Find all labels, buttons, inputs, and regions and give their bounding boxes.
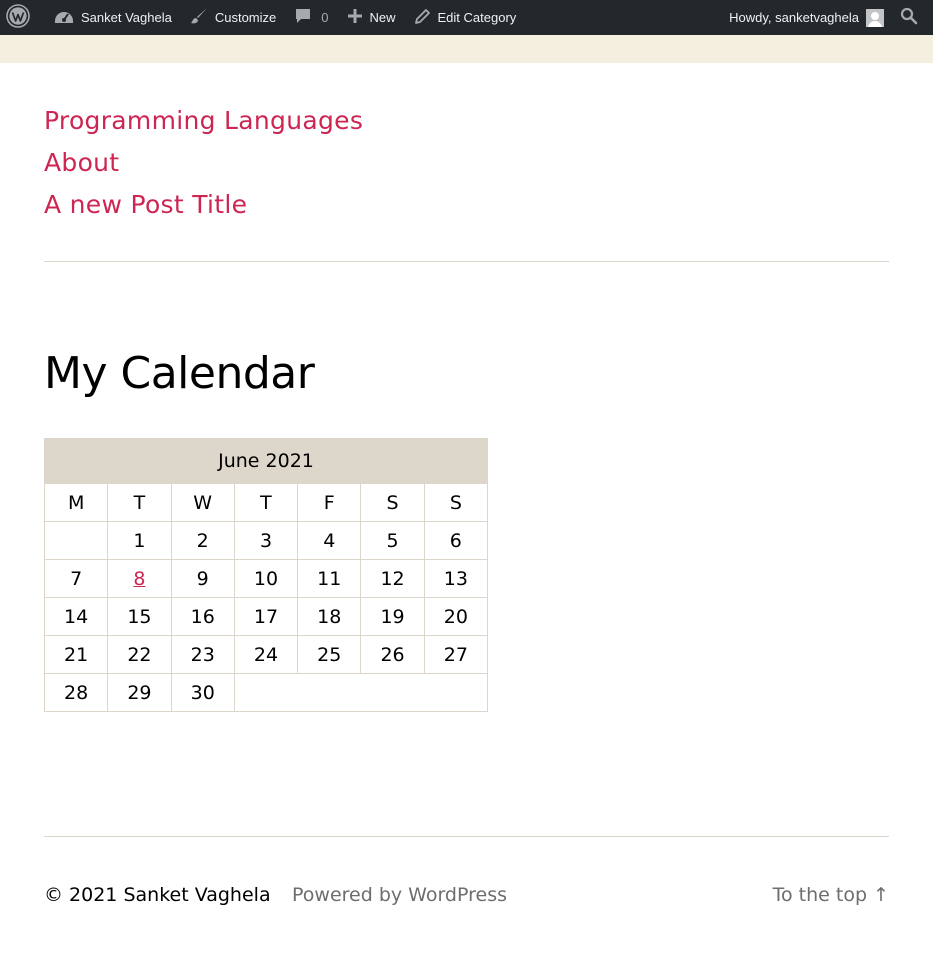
calendar-day: 4 [297,521,362,560]
pencil-icon [414,8,438,28]
notice-strip [0,35,933,63]
admin-search-button[interactable] [888,0,933,35]
edit-category-link[interactable]: Edit Category [405,0,526,35]
avatar [866,8,884,27]
wordpress-logo-icon [6,4,37,31]
comments-count: 0 [321,10,329,25]
customize-link[interactable]: Customize [181,0,285,35]
wordpress-menu[interactable] [0,0,45,35]
comments-link[interactable]: 0 [285,0,337,35]
calendar-day: 26 [360,635,425,674]
calendar-day: 27 [423,635,489,674]
calendar-day: 12 [360,559,425,598]
calendar-week-row: 21 22 23 24 25 26 27 [43,635,489,674]
weekday-header: M [43,483,109,522]
customize-label: Customize [214,10,277,25]
calendar-day: 2 [170,521,235,560]
calendar-week-row: 28 29 30 [43,673,489,712]
calendar-table: June 2021 M T W T F S S 1 2 3 4 5 6 7 8 … [43,438,489,712]
comment-bubble-icon [294,7,319,28]
menu-item-programming-languages[interactable]: Programming Languages [44,100,363,142]
dashboard-icon [54,7,81,28]
to-the-top-link[interactable]: To the top ↑ [773,884,889,906]
weekday-header: W [170,483,235,522]
calendar-day: 20 [423,597,489,636]
calendar-day: 14 [43,597,109,636]
howdy-label: Howdy, sanketvaghela [729,10,859,25]
weekday-header: T [107,483,172,522]
calendar-day: 6 [423,521,489,560]
my-account-menu[interactable]: Howdy, sanketvaghela [720,0,888,35]
calendar-day: 19 [360,597,425,636]
calendar-day: 11 [297,559,362,598]
calendar-day: 13 [423,559,489,598]
edit-category-label: Edit Category [437,10,517,25]
calendar-week-row: 14 15 16 17 18 19 20 [43,597,489,636]
primary-menu: Programming Languages About A new Post T… [44,100,363,226]
plus-icon [347,8,370,27]
footer-site-name-link[interactable]: Sanket Vaghela [123,884,270,906]
calendar-day-empty [43,521,109,560]
new-content-menu[interactable]: New [338,0,405,35]
calendar-day: 15 [107,597,172,636]
calendar-day: 18 [297,597,362,636]
calendar-day: 10 [233,559,299,598]
calendar-week-row: 7 8 9 10 11 12 13 [43,559,489,598]
weekday-row: M T W T F S S [43,483,489,522]
calendar-day: 9 [170,559,235,598]
copyright-text: © 2021 [44,884,118,906]
calendar-day: 22 [107,635,172,674]
menu-item-new-post-title[interactable]: A new Post Title [44,184,363,226]
search-icon [900,7,925,28]
calendar-day: 25 [297,635,362,674]
weekday-header: F [297,483,362,522]
menu-item-about[interactable]: About [44,142,363,184]
weekday-header: S [360,483,425,522]
footer-separator [44,836,889,837]
calendar-day: 16 [170,597,235,636]
new-label: New [369,10,396,25]
calendar-day: 7 [43,559,109,598]
calendar-day: 28 [43,673,109,712]
calendar-day: 30 [170,673,235,712]
site-name-menu[interactable]: Sanket Vaghela [45,0,181,35]
calendar-week-row: 1 2 3 4 5 6 [43,521,489,560]
calendar-day: 29 [107,673,172,712]
calendar-day: 1 [107,521,172,560]
calendar-day: 3 [233,521,299,560]
calendar-day: 21 [43,635,109,674]
widget-title: My Calendar [44,348,315,399]
calendar-day-with-post: 8 [107,559,172,598]
separator [44,261,889,262]
weekday-header: T [233,483,299,522]
calendar-day-link[interactable]: 8 [133,568,145,590]
footer-copyright: © 2021 Sanket Vaghela [44,884,271,906]
site-name-label: Sanket Vaghela [81,10,172,25]
weekday-header: S [423,483,489,522]
powered-by-link[interactable]: Powered by WordPress [292,884,507,906]
admin-bar: Sanket Vaghela Customize 0 New Edit Cate… [0,0,933,35]
calendar-day: 24 [233,635,299,674]
calendar-day: 17 [233,597,299,636]
calendar-caption: June 2021 [44,438,488,483]
calendar-day: 23 [170,635,235,674]
calendar-day: 5 [360,521,425,560]
paintbrush-icon [190,7,215,28]
calendar-day-empty [233,673,489,712]
site-footer: © 2021 Sanket Vaghela Powered by WordPre… [44,884,889,914]
